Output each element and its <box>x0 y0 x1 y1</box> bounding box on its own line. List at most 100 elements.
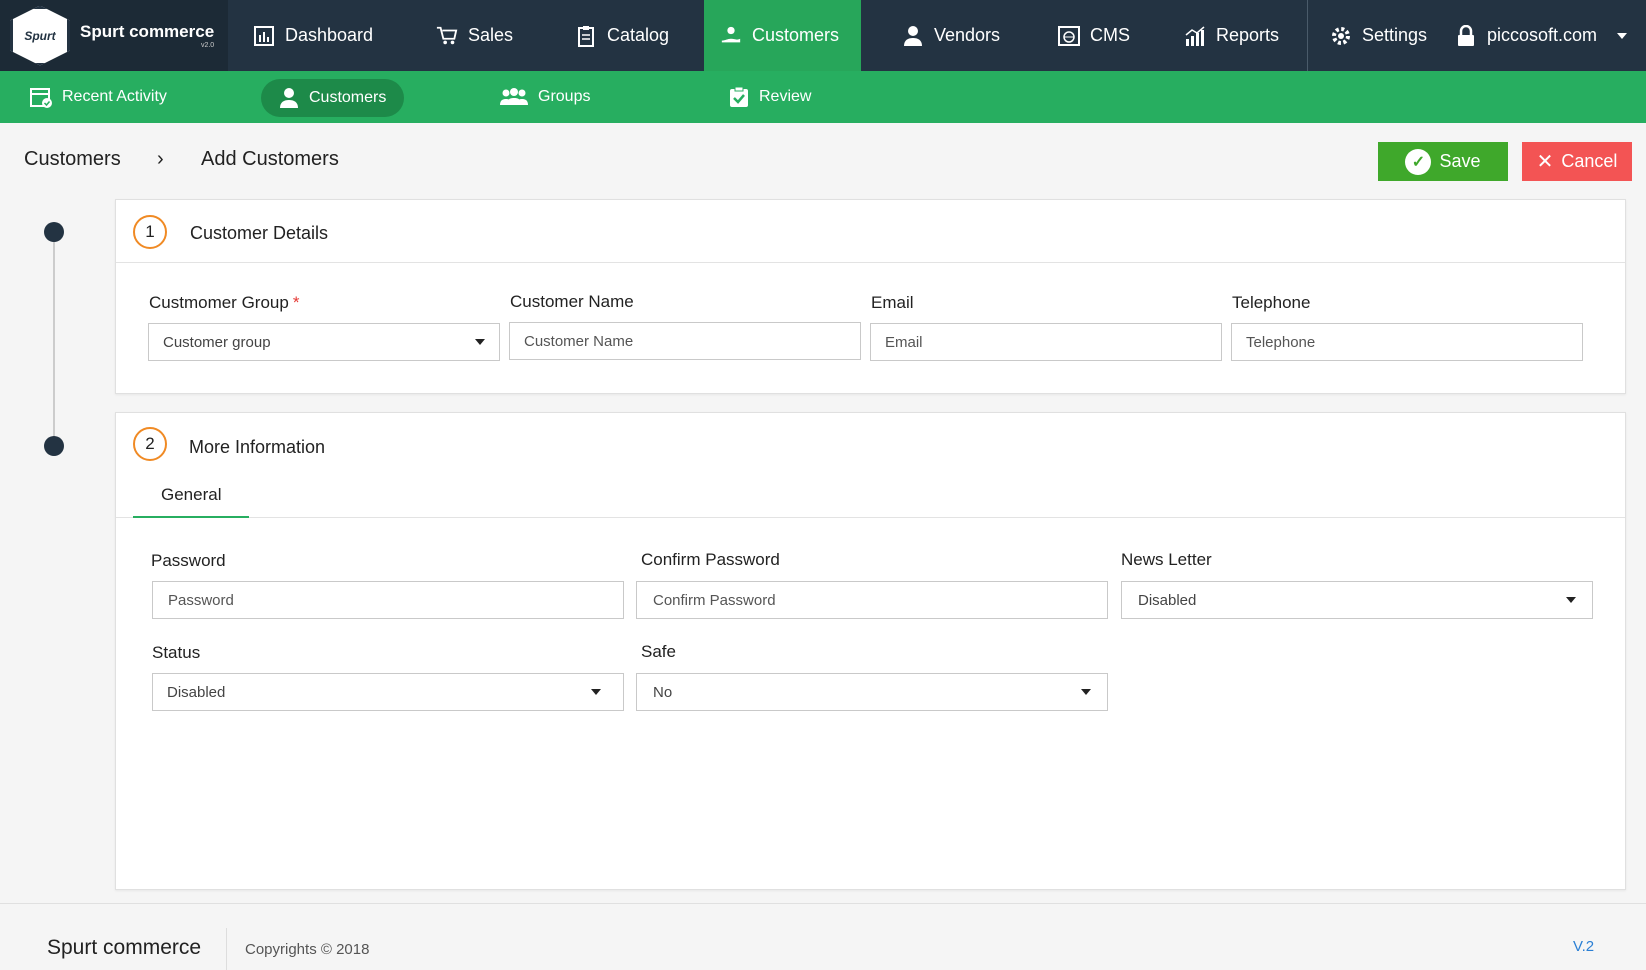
password-field[interactable] <box>152 581 624 619</box>
nav-divider <box>1307 0 1308 71</box>
subnav-label: Customers <box>309 89 387 106</box>
subnav-groups[interactable]: Groups <box>500 71 590 123</box>
account-menu[interactable]: piccosoft.com <box>1455 0 1628 71</box>
subnav-customers[interactable]: Customers <box>261 79 405 117</box>
nav-label: CMS <box>1090 25 1130 45</box>
cancel-label: Cancel <box>1561 151 1618 171</box>
confirm-password-label: Confirm Password <box>641 550 780 569</box>
save-button[interactable]: ✓ Save <box>1378 142 1508 181</box>
chevron-down-icon <box>1081 689 1091 695</box>
save-label: Save <box>1439 151 1481 171</box>
step-number-text: 1 <box>145 222 155 241</box>
customer-details-card: 1 Customer Details Custmomer Group * Cust… <box>115 199 1626 394</box>
chevron-down-icon <box>475 339 485 345</box>
customer-group-label: Custmomer Group * <box>149 293 299 313</box>
page-title: Add Customers <box>201 148 339 170</box>
nav-label: Reports <box>1216 25 1280 45</box>
cart-icon <box>436 25 458 47</box>
safe-value: No <box>653 683 673 701</box>
newsletter-select[interactable]: Disabled <box>1121 581 1593 619</box>
group-users-icon <box>500 87 528 107</box>
nav-sales[interactable]: Sales <box>436 0 513 71</box>
safe-label: Safe <box>641 642 676 661</box>
footer-version-link[interactable]: V.2 <box>1573 938 1594 955</box>
email-field[interactable] <box>870 323 1222 361</box>
subnav-label: Review <box>759 88 812 105</box>
brand-name: Spurt commerce <box>80 21 215 41</box>
clipboard-icon <box>575 25 597 47</box>
lock-icon <box>1455 24 1477 47</box>
user-icon <box>279 87 299 109</box>
cms-globe-icon <box>1058 25 1080 47</box>
cancel-button[interactable]: ✕ Cancel <box>1522 142 1632 181</box>
logo-badge-text: Spurt <box>24 28 56 43</box>
subnav-label: Recent Activity <box>62 88 167 105</box>
brand-logo[interactable]: Spurt Spurt commerce v2.0 <box>0 0 228 71</box>
customer-name-label: Customer Name <box>510 292 634 311</box>
vendor-user-icon <box>902 25 924 47</box>
brand-version: v2.0 <box>200 41 215 49</box>
subnav-label: Groups <box>538 88 591 105</box>
dashboard-icon <box>253 25 275 47</box>
nav-catalog[interactable]: Catalog <box>575 0 669 71</box>
logo-badge-icon: Spurt <box>10 5 70 66</box>
more-information-card: 2 More Information General Password Conf… <box>115 412 1626 890</box>
nav-settings[interactable]: Settings <box>1330 0 1427 71</box>
safe-select[interactable]: No <box>636 673 1108 711</box>
footer-divider <box>226 928 227 970</box>
nav-cms[interactable]: CMS <box>1058 0 1130 71</box>
nav-label: Customers <box>752 25 840 45</box>
confirm-password-field[interactable] <box>636 581 1108 619</box>
password-label: Password <box>151 551 226 570</box>
nav-dashboard[interactable]: Dashboard <box>253 0 373 71</box>
customer-group-label-text: Custmomer Group <box>149 293 289 312</box>
customer-group-select[interactable]: Customer group <box>148 323 500 361</box>
footer-brand: Spurt commerce <box>47 936 202 959</box>
step-dot-1 <box>44 222 64 242</box>
gear-icon <box>1330 25 1352 47</box>
step-timeline <box>53 232 55 447</box>
newsletter-value: Disabled <box>1138 591 1197 609</box>
card-header: 1 Customer Details <box>116 200 1625 263</box>
status-value: Disabled <box>167 683 226 701</box>
nav-label: Catalog <box>607 25 670 45</box>
step-number-text: 2 <box>145 434 155 453</box>
nav-vendors[interactable]: Vendors <box>902 0 1000 71</box>
step-number: 2 <box>133 427 167 461</box>
status-label: Status <box>152 643 201 662</box>
nav-label: Sales <box>468 25 514 45</box>
reports-chart-icon <box>1184 25 1206 47</box>
section-title: Customer Details <box>190 223 329 243</box>
close-icon: ✕ <box>1536 151 1554 173</box>
breadcrumb-separator-icon: › <box>157 148 164 170</box>
check-circle-icon: ✓ <box>1405 148 1432 175</box>
tab-divider <box>116 517 1625 518</box>
nav-label: Vendors <box>934 25 1001 45</box>
subnav-review[interactable]: Review <box>729 71 811 123</box>
top-navigation-bar: Spurt Spurt commerce v2.0 Dashboard Sale… <box>0 0 1646 71</box>
chevron-down-icon <box>1566 597 1576 603</box>
telephone-field[interactable] <box>1231 323 1583 361</box>
newsletter-label: News Letter <box>1121 550 1212 569</box>
nav-reports[interactable]: Reports <box>1184 0 1279 71</box>
breadcrumb-parent[interactable]: Customers <box>24 148 121 171</box>
tab-general[interactable]: General <box>161 485 221 505</box>
subnav-recent-activity[interactable]: Recent Activity <box>30 71 167 123</box>
review-check-icon <box>729 86 749 108</box>
status-select[interactable]: Disabled <box>152 673 624 711</box>
nav-customers[interactable]: Customers <box>704 0 861 71</box>
telephone-label: Telephone <box>1232 293 1311 312</box>
page-footer: Spurt commerce Copyrights © 2018 V.2 <box>0 903 1646 970</box>
customers-hand-icon <box>720 25 742 47</box>
sub-navigation-bar: Recent Activity Customers Groups Review <box>0 71 1646 123</box>
step-dot-2 <box>44 436 64 456</box>
chevron-down-icon <box>1617 32 1628 39</box>
required-asterisk: * <box>292 293 300 312</box>
customer-group-value: Customer group <box>163 333 271 351</box>
account-label: piccosoft.com <box>1487 25 1598 45</box>
section-title: More Information <box>189 437 326 457</box>
nav-label: Dashboard <box>285 25 374 45</box>
footer-copyright: Copyrights © 2018 <box>245 941 370 958</box>
email-label: Email <box>871 293 914 312</box>
customer-name-input[interactable] <box>509 322 861 360</box>
